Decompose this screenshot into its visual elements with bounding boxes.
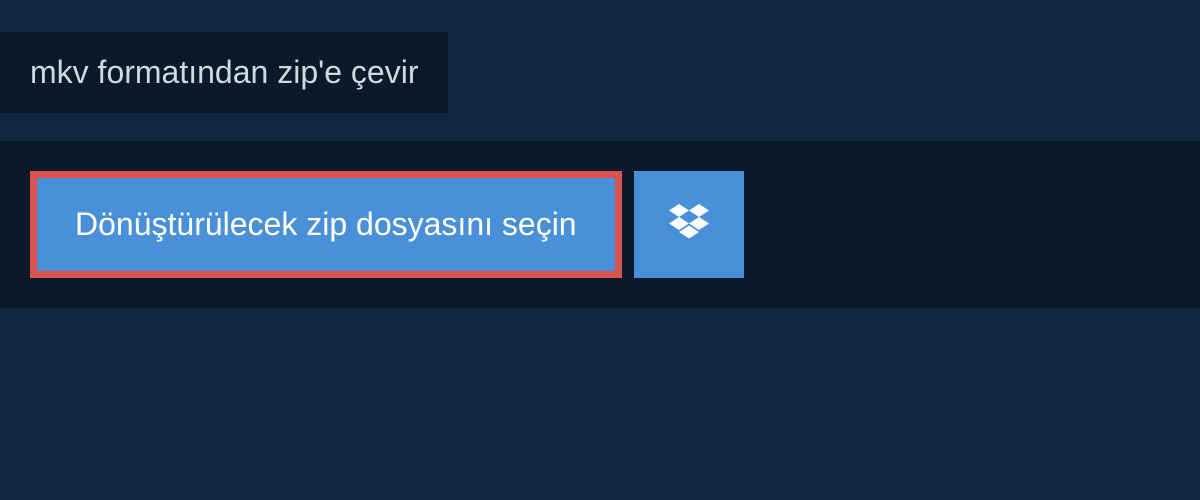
dropbox-icon (669, 204, 709, 245)
page-title-text: mkv formatından zip'e çevir (30, 54, 418, 90)
main-panel: Dönüştürülecek zip dosyasını seçin (0, 141, 1200, 308)
dropbox-button[interactable] (634, 171, 744, 278)
select-file-label: Dönüştürülecek zip dosyasını seçin (75, 206, 577, 243)
button-row: Dönüştürülecek zip dosyasını seçin (30, 171, 1170, 278)
page-title: mkv formatından zip'e çevir (0, 32, 448, 113)
select-file-button[interactable]: Dönüştürülecek zip dosyasını seçin (30, 171, 622, 278)
